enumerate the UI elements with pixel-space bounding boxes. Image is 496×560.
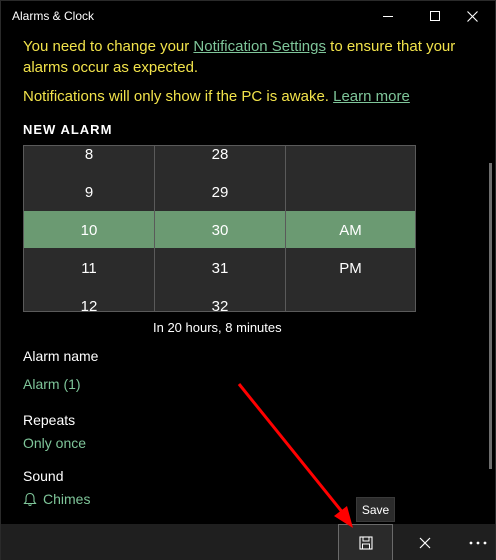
sound-value: Chimes [43,491,91,507]
notification-settings-link[interactable]: Notification Settings [193,38,326,55]
close-window-button[interactable] [449,1,495,31]
bell-icon [23,492,37,506]
close-icon [466,10,478,22]
new-alarm-heading: NEW ALARM [23,122,113,137]
app-window: Alarms & Clock You need to change your N… [0,0,496,560]
minute-option[interactable]: 31 [155,249,285,287]
maximize-icon [430,11,440,21]
minute-column[interactable]: 28 29 30 31 32 [155,146,286,312]
sound-dropdown[interactable]: Chimes [23,491,90,507]
hour-option[interactable]: 11 [24,249,154,287]
save-button[interactable] [338,524,393,560]
minute-option[interactable]: 28 [155,146,285,173]
minute-option-selected[interactable]: 30 [155,211,285,249]
minute-option[interactable]: 29 [155,173,285,211]
repeats-dropdown[interactable]: Only once [23,435,86,451]
hour-column[interactable]: 8 9 10 11 12 [24,146,155,312]
period-column[interactable]: AM PM [286,146,415,311]
close-icon [419,537,431,548]
minimize-icon [383,15,393,17]
time-picker[interactable]: 8 9 10 11 12 28 29 30 31 32 AM PM [23,145,416,312]
hour-option[interactable]: 9 [24,173,154,211]
window-title: Alarms & Clock [12,9,95,23]
sound-label: Sound [23,468,64,484]
more-icon [469,541,487,544]
period-option[interactable]: PM [286,249,415,287]
minute-option[interactable]: 32 [155,287,285,312]
alarm-name-field[interactable]: Alarm (1) [23,376,81,392]
time-until-alarm: In 20 hours, 8 minutes [153,320,282,335]
title-bar: Alarms & Clock [1,1,495,33]
save-tooltip: Save [356,497,395,522]
more-button[interactable] [451,524,496,560]
hour-option-selected[interactable]: 10 [24,211,154,249]
notification-warning: You need to change your Notification Set… [23,38,456,76]
hour-option[interactable]: 12 [24,287,154,312]
hour-option[interactable]: 8 [24,146,154,173]
alarm-name-label: Alarm name [23,348,99,364]
period-option-selected[interactable]: AM [286,211,415,249]
vertical-scrollbar[interactable] [489,163,492,469]
repeats-label: Repeats [23,412,76,428]
cancel-button[interactable] [398,524,452,560]
save-icon [358,535,373,550]
awake-warning: Notifications will only show if the PC i… [23,88,410,105]
minimize-button[interactable] [365,1,411,31]
learn-more-link[interactable]: Learn more [333,88,410,105]
